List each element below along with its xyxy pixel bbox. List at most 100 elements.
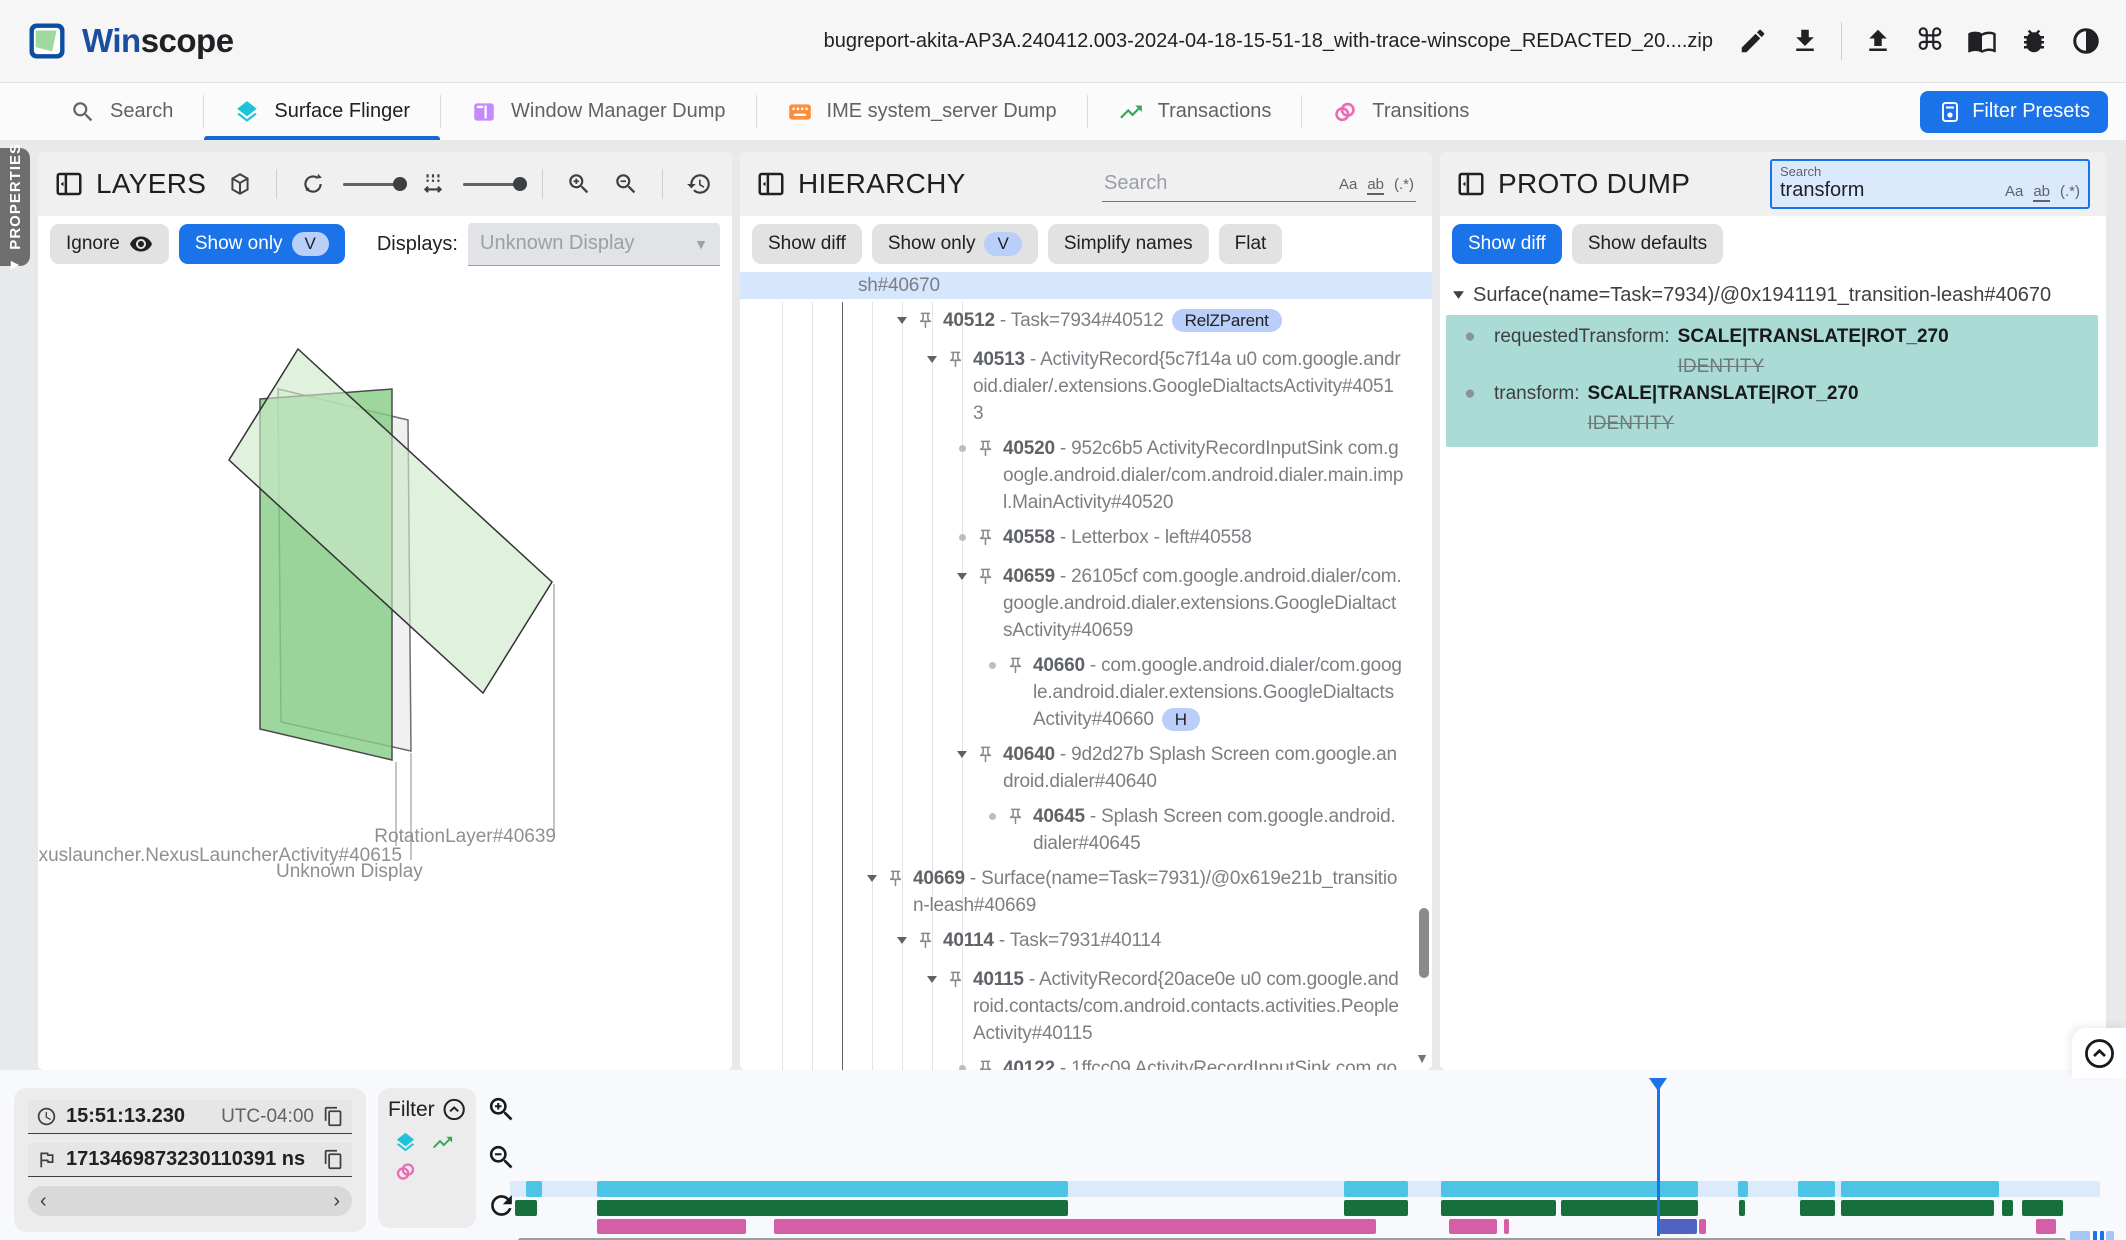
layer-spacing-icon[interactable] <box>416 167 450 201</box>
pin-icon[interactable] <box>886 865 913 919</box>
timeline-reset-zoom-icon[interactable] <box>486 1190 517 1221</box>
transitions-segment[interactable] <box>1504 1219 1509 1234</box>
filter-presets-button[interactable]: Filter Presets <box>1920 91 2108 133</box>
pin-icon[interactable] <box>1006 652 1033 733</box>
transitions-segment[interactable] <box>774 1219 1376 1234</box>
transactions-segment[interactable] <box>1739 1200 1745 1216</box>
surface-flinger-segment[interactable] <box>1841 1181 1999 1197</box>
transactions-segment[interactable] <box>1800 1200 1835 1216</box>
layer-node-selected[interactable]: sh#40670 <box>740 272 1432 299</box>
collapse-panel-icon[interactable] <box>756 169 786 199</box>
properties-collapsed-tab[interactable]: PROPERTIES ▶ <box>0 148 30 266</box>
flat-button[interactable]: Flat <box>1219 224 1283 264</box>
layer-node-40558[interactable]: 40558 - Letterbox - left#40558 <box>740 524 1432 555</box>
tab-surface-flinger[interactable]: Surface Flinger <box>204 83 440 140</box>
layer-node-40114[interactable]: 40114 - Task=7931#40114 <box>740 927 1432 958</box>
surface-flinger-segment[interactable] <box>1344 1181 1408 1197</box>
timeline-scrollbar-handle[interactable] <box>2106 1231 2114 1240</box>
transitions-segment[interactable] <box>597 1219 746 1234</box>
surface-flinger-segment[interactable] <box>597 1181 1068 1197</box>
transactions-segment[interactable] <box>2002 1200 2013 1216</box>
transactions-segment[interactable] <box>1344 1200 1408 1216</box>
pin-icon[interactable] <box>946 346 973 427</box>
human-time-field[interactable]: 15:51:13.230 UTC-04:00 <box>28 1100 352 1134</box>
report-bug-icon[interactable] <box>2012 19 2056 63</box>
pin-icon[interactable] <box>976 1055 1003 1070</box>
transitions-trace-icon[interactable] <box>394 1160 417 1183</box>
displays-select[interactable]: Unknown Display ▼ <box>468 223 720 266</box>
shortcuts-icon[interactable]: ⌘ <box>1908 19 1952 63</box>
3d-view-icon[interactable] <box>223 167 257 201</box>
transactions-segment[interactable] <box>1841 1200 1994 1216</box>
collapse-filter-icon[interactable] <box>442 1096 466 1123</box>
layer-node-40645[interactable]: 40645 - Splash Screen com.google.android… <box>740 803 1432 857</box>
next-entry-button[interactable]: › <box>333 1191 340 1211</box>
timeline-zoom-out-icon[interactable] <box>486 1142 517 1173</box>
surface-flinger-segment[interactable] <box>1738 1181 1748 1197</box>
layer-node-40122[interactable]: 40122 - 1ffcc09 ActivityRecordInputSink … <box>740 1055 1432 1070</box>
collapse-panel-icon[interactable] <box>1456 169 1486 199</box>
ignore-button[interactable]: Ignore <box>50 224 169 264</box>
transactions-segment[interactable] <box>1441 1200 1556 1216</box>
timeline-playhead-handle[interactable] <box>1649 1078 1667 1091</box>
tab-transactions[interactable]: Transactions <box>1088 83 1302 140</box>
zoom-in-icon[interactable] <box>562 167 596 201</box>
copy-icon[interactable] <box>323 1106 344 1127</box>
layer-node-40513[interactable]: 40513 - ActivityRecord{5c7f14a u0 com.go… <box>740 346 1432 427</box>
copy-icon[interactable] <box>323 1149 344 1170</box>
layers-3d-scene[interactable]: RotationLayer#40639 exuslauncher.NexusLa… <box>38 274 732 1070</box>
ns-time-field[interactable]: 1713469873230110391 ns <box>28 1143 352 1177</box>
transitions-segment[interactable] <box>1699 1219 1706 1234</box>
transactions-segment[interactable] <box>515 1200 537 1216</box>
regex-toggle[interactable]: (.*) <box>1394 176 1414 193</box>
collapse-node-icon[interactable] <box>918 966 946 1047</box>
layer-node-40669[interactable]: 40669 - Surface(name=Task=7931)/@0x619e2… <box>740 865 1432 919</box>
regex-toggle[interactable]: (.*) <box>2060 183 2080 200</box>
proto-property-transform[interactable]: ●transform:SCALE|TRANSLATE|ROT_270IDENTI… <box>1446 380 2098 437</box>
whole-word-toggle[interactable]: ab <box>2033 183 2050 202</box>
collapse-node-icon[interactable] <box>1452 284 1465 307</box>
tab-window-manager-dump[interactable]: Window Manager Dump <box>441 83 756 140</box>
collapse-timeline-icon[interactable] <box>2083 1037 2116 1070</box>
layer-node-40660[interactable]: 40660 - com.google.android.dialer/com.go… <box>740 652 1432 733</box>
edit-icon[interactable] <box>1731 19 1775 63</box>
layer-node-40640[interactable]: 40640 - 9d2d27b Splash Screen com.google… <box>740 741 1432 795</box>
timeline-scrollbar-handle[interactable] <box>2070 1231 2090 1240</box>
layer-node-40520[interactable]: 40520 - 952c6b5 ActivityRecordInputSink … <box>740 435 1432 516</box>
rotation-slider[interactable] <box>343 183 403 186</box>
timeline-zoom-in-icon[interactable] <box>486 1094 517 1125</box>
pin-icon[interactable] <box>1006 803 1033 857</box>
transitions-selected-segment[interactable] <box>1657 1219 1697 1234</box>
pin-icon[interactable] <box>916 927 943 958</box>
layer-node-40512[interactable]: 40512 - Task=7934#40512RelZParent <box>740 307 1432 338</box>
tab-transitions[interactable]: Transitions <box>1302 83 1499 140</box>
transitions-segment[interactable] <box>1449 1219 1497 1234</box>
show-only-button[interactable]: Show only V <box>179 224 345 264</box>
rotation-icon[interactable] <box>296 167 330 201</box>
collapse-panel-icon[interactable] <box>54 169 84 199</box>
layer-node-40659[interactable]: 40659 - 26105cf com.google.android.diale… <box>740 563 1432 644</box>
proto-root-node[interactable]: Surface(name=Task=7934)/@0x1941191_trans… <box>1440 272 2106 313</box>
show-only-button[interactable]: Show only V <box>872 224 1038 264</box>
timeline-scrollbar-grip[interactable] <box>2100 1231 2104 1240</box>
show-diff-button[interactable]: Show diff <box>1452 224 1562 264</box>
simplify-names-button[interactable]: Simplify names <box>1048 224 1209 264</box>
reset-view-icon[interactable] <box>682 167 716 201</box>
proto-property-requestedTransform[interactable]: ●requestedTransform:SCALE|TRANSLATE|ROT_… <box>1446 323 2098 380</box>
show-defaults-button[interactable]: Show defaults <box>1572 224 1723 264</box>
previous-entry-button[interactable]: ‹ <box>40 1191 47 1211</box>
theme-toggle-icon[interactable] <box>2064 19 2108 63</box>
upload-icon[interactable] <box>1856 19 1900 63</box>
timeline-playhead[interactable] <box>1657 1078 1660 1236</box>
show-diff-button[interactable]: Show diff <box>752 224 862 264</box>
proto-search-input[interactable]: Search transform Aa ab (.*) <box>1770 159 2090 209</box>
spacing-slider[interactable] <box>463 183 523 186</box>
download-icon[interactable] <box>1783 19 1827 63</box>
transactions-segment[interactable] <box>1561 1200 1698 1216</box>
tab-search[interactable]: Search <box>40 83 203 140</box>
match-case-toggle[interactable]: Aa <box>2005 183 2023 200</box>
documentation-icon[interactable] <box>1960 19 2004 63</box>
pin-icon[interactable] <box>976 563 1003 644</box>
pin-icon[interactable] <box>946 966 973 1047</box>
transactions-segment[interactable] <box>2022 1200 2063 1216</box>
